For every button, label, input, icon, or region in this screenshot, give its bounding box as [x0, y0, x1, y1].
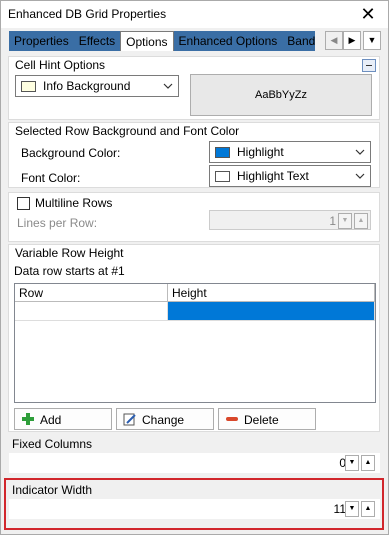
- font-color-select[interactable]: Highlight Text: [209, 165, 371, 187]
- title-bar: Enhanced DB Grid Properties ✕: [1, 1, 388, 28]
- chevron-down-icon: [163, 83, 173, 89]
- font-color-value: Highlight Text: [237, 169, 309, 183]
- add-button[interactable]: Add: [14, 408, 112, 430]
- lines-per-row-value: 1: [329, 214, 336, 228]
- chevron-down-icon: [355, 173, 365, 179]
- selected-row-title: Selected Row Background and Font Color: [15, 124, 240, 138]
- lines-per-row-spinner[interactable]: 1 ▼ ▲: [209, 210, 371, 230]
- edit-icon: [123, 413, 136, 426]
- font-color-label: Font Color:: [21, 171, 81, 185]
- options-panel: Cell Hint Options Info Background AaBbYy…: [3, 52, 386, 534]
- background-color-swatch: [215, 147, 230, 158]
- cell-hint-color-select[interactable]: Info Background: [15, 75, 179, 97]
- spin-down-icon[interactable]: ▼: [338, 213, 352, 229]
- font-preview-button[interactable]: AaBbYyZz: [190, 74, 372, 116]
- cell-hint-color-swatch: [21, 81, 36, 92]
- tab-menu-dropdown-icon[interactable]: ▼: [363, 31, 381, 50]
- tab-enhanced-options[interactable]: Enhanced Options: [174, 31, 283, 51]
- tab-scroll-left-icon[interactable]: ◀: [325, 31, 343, 50]
- background-color-select[interactable]: Highlight: [209, 141, 371, 163]
- grid-cell-row[interactable]: [15, 302, 168, 321]
- variable-row-title: Variable Row Height: [15, 246, 124, 260]
- multiline-checkbox[interactable]: [17, 197, 30, 210]
- grid-header-height[interactable]: Height: [168, 284, 375, 302]
- tab-options[interactable]: Options: [120, 31, 174, 51]
- tab-effects[interactable]: Effects: [74, 31, 120, 51]
- add-button-label: Add: [40, 413, 62, 427]
- spin-up-icon[interactable]: ▲: [361, 455, 375, 471]
- font-color-swatch: [215, 171, 230, 182]
- grid-cell-height-selected[interactable]: [168, 302, 375, 321]
- window-title: Enhanced DB Grid Properties: [8, 7, 167, 21]
- selected-row-group: Selected Row Background and Font Color B…: [8, 122, 380, 188]
- spin-up-icon[interactable]: ▲: [354, 213, 368, 229]
- lines-per-row-label: Lines per Row:: [17, 216, 98, 230]
- spin-down-icon[interactable]: ▼: [345, 455, 359, 471]
- indicator-width-highlight: [4, 478, 384, 530]
- multiline-label: Multiline Rows: [35, 196, 113, 210]
- delete-button[interactable]: Delete: [218, 408, 316, 430]
- cell-hint-color-value: Info Background: [43, 79, 131, 93]
- tab-bar: Properties Effects Options Enhanced Opti…: [1, 28, 388, 52]
- change-button[interactable]: Change: [116, 408, 214, 430]
- delete-button-label: Delete: [244, 413, 279, 427]
- change-button-label: Change: [142, 413, 185, 427]
- cell-hint-group: Cell Hint Options Info Background AaBbYy…: [8, 56, 380, 120]
- properties-window: Enhanced DB Grid Properties ✕ Properties…: [0, 0, 389, 535]
- variable-row-height-group: Variable Row Height Data row starts at #…: [8, 244, 380, 432]
- background-color-label: Background Color:: [21, 146, 121, 160]
- multiline-group: Multiline Rows Lines per Row: 1 ▼ ▲: [8, 192, 380, 242]
- row-height-grid[interactable]: Row Height: [14, 283, 376, 403]
- minus-icon: [226, 417, 238, 421]
- fixed-columns-spinner[interactable]: 0 ▼ ▲: [9, 453, 380, 473]
- collapse-icon[interactable]: [362, 59, 376, 72]
- grid-header-row[interactable]: Row: [15, 284, 168, 302]
- tab-scroll-right-icon[interactable]: ▶: [343, 31, 361, 50]
- close-button[interactable]: ✕: [358, 4, 378, 24]
- chevron-down-icon: [355, 149, 365, 155]
- background-color-value: Highlight: [237, 145, 284, 159]
- data-row-start-label: Data row starts at #1: [14, 264, 125, 278]
- fixed-columns-label: Fixed Columns: [12, 437, 93, 451]
- tab-strip: Properties Effects Options Enhanced Opti…: [9, 31, 315, 51]
- cell-hint-title: Cell Hint Options: [15, 58, 106, 72]
- plus-icon: [22, 413, 34, 425]
- tab-bands[interactable]: Bands: [282, 31, 315, 51]
- tab-properties[interactable]: Properties: [9, 31, 74, 51]
